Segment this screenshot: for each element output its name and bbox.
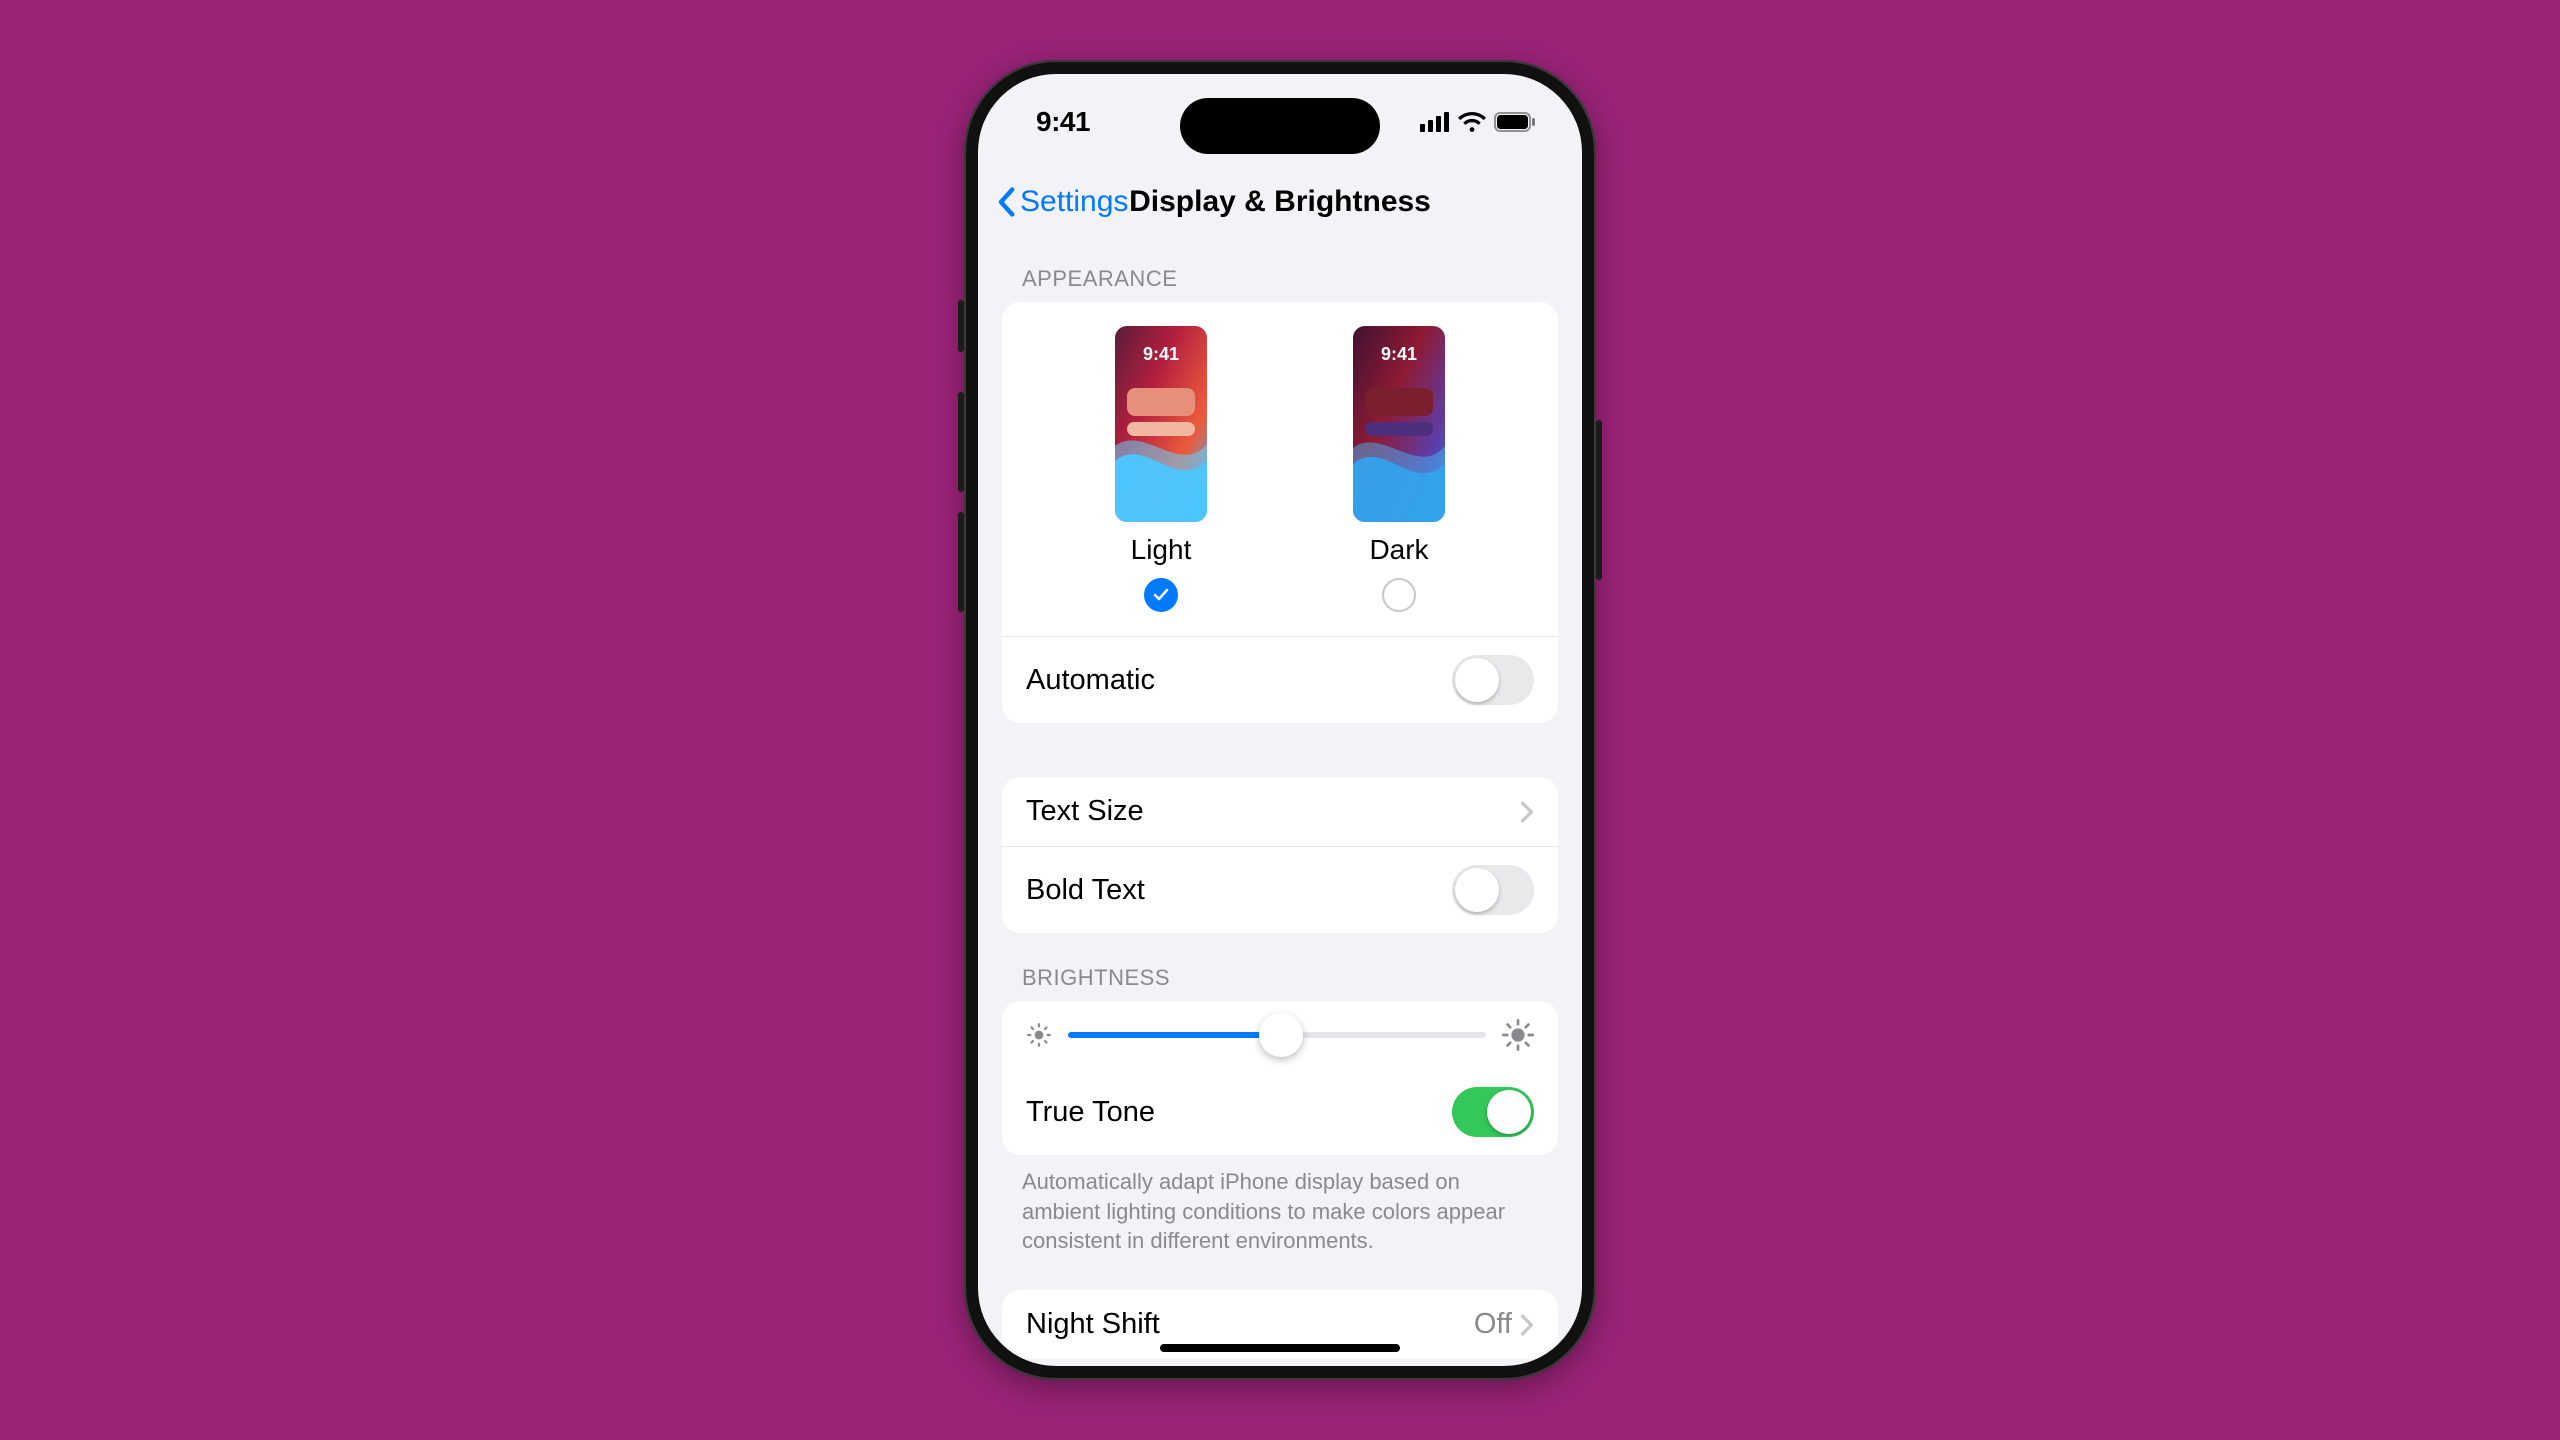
phone-frame: 9:41 Settings Display & Brightness APPEA… (964, 60, 1596, 1380)
cellular-icon (1420, 112, 1450, 132)
light-thumbnail: 9:41 (1115, 326, 1207, 522)
side-button (958, 300, 964, 352)
light-radio[interactable] (1144, 578, 1178, 612)
status-time: 9:41 (1036, 106, 1090, 138)
sun-large-icon (1502, 1019, 1534, 1051)
section-header-brightness: BRIGHTNESS (1002, 933, 1558, 1001)
chevron-left-icon (996, 187, 1016, 217)
text-size-label: Text Size (1026, 795, 1144, 828)
back-label: Settings (1020, 185, 1128, 219)
appearance-option-dark[interactable]: 9:41 Dark (1353, 326, 1445, 612)
brightness-knob[interactable] (1259, 1013, 1303, 1057)
side-button (1596, 420, 1602, 580)
bold-text-row: Bold Text (1002, 846, 1558, 933)
sun-small-icon (1026, 1022, 1052, 1048)
automatic-toggle[interactable] (1452, 655, 1534, 705)
bold-text-toggle[interactable] (1452, 865, 1534, 915)
checkmark-icon (1152, 586, 1170, 604)
true-tone-row: True Tone (1002, 1069, 1558, 1155)
dark-thumbnail: 9:41 (1353, 326, 1445, 522)
brightness-card: True Tone (1002, 1001, 1558, 1155)
chevron-right-icon (1520, 1314, 1534, 1336)
wifi-icon (1458, 112, 1486, 132)
nav-bar: Settings Display & Brightness (978, 170, 1582, 234)
night-shift-label: Night Shift (1026, 1308, 1160, 1341)
light-label: Light (1131, 534, 1192, 566)
appearance-options: 9:41 Light (1002, 302, 1558, 636)
side-button (958, 512, 964, 612)
bold-text-label: Bold Text (1026, 874, 1145, 907)
side-button (958, 392, 964, 492)
dark-radio[interactable] (1382, 578, 1416, 612)
screen: 9:41 Settings Display & Brightness APPEA… (978, 74, 1582, 1366)
battery-icon (1494, 112, 1536, 132)
status-icons (1420, 112, 1536, 132)
brightness-slider-row (1002, 1001, 1558, 1069)
dark-label: Dark (1369, 534, 1428, 566)
automatic-row: Automatic (1002, 636, 1558, 723)
content: APPEARANCE (978, 234, 1582, 1366)
automatic-label: Automatic (1026, 664, 1155, 697)
true-tone-note: Automatically adapt iPhone display based… (1002, 1155, 1558, 1256)
brightness-fill (1068, 1032, 1281, 1038)
section-header-appearance: APPEARANCE (1002, 234, 1558, 302)
thumb-time: 9:41 (1143, 344, 1179, 365)
true-tone-toggle[interactable] (1452, 1087, 1534, 1137)
appearance-card: 9:41 Light (1002, 302, 1558, 723)
brightness-slider[interactable] (1068, 1032, 1486, 1038)
chevron-right-icon (1520, 801, 1534, 823)
home-indicator[interactable] (1160, 1344, 1400, 1352)
night-shift-value: Off (1474, 1308, 1512, 1341)
page-title: Display & Brightness (1129, 185, 1431, 219)
back-button[interactable]: Settings (996, 185, 1128, 219)
text-card: Text Size Bold Text (1002, 777, 1558, 933)
thumb-time: 9:41 (1381, 344, 1417, 365)
true-tone-label: True Tone (1026, 1096, 1155, 1129)
text-size-row[interactable]: Text Size (1002, 777, 1558, 846)
dynamic-island (1180, 98, 1380, 154)
appearance-option-light[interactable]: 9:41 Light (1115, 326, 1207, 612)
